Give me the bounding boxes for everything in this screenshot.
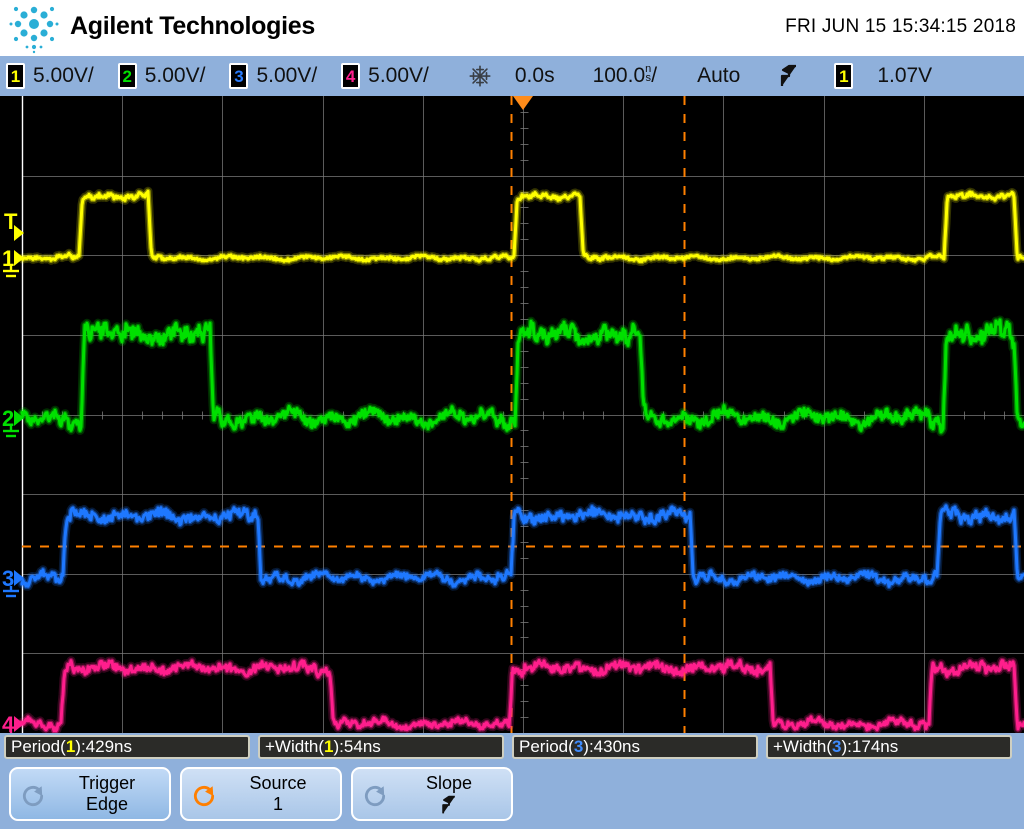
date-time-label: FRI JUN 15 15:34:15 2018 (785, 16, 1016, 37)
softkey-slope-value (391, 794, 507, 815)
sweep-mode[interactable]: Auto (697, 64, 740, 88)
agilent-logo (9, 6, 59, 54)
measurement-value: 174ns (851, 736, 899, 756)
measurement-label: Period( (519, 736, 574, 756)
channel-4-setting[interactable]: 4 5.00V/ (341, 63, 429, 89)
channel-marker-4[interactable]: 4 (2, 712, 24, 733)
measurement-label: +Width( (773, 736, 833, 756)
softkey-source-value: 1 (272, 794, 283, 815)
horizontal-delay[interactable]: 0.0s (515, 64, 555, 88)
rotary-knob-icon (22, 785, 44, 807)
rotary-knob-icon (364, 785, 386, 807)
title-bar: Agilent Technologies FRI JUN 15 15:34:15… (0, 0, 1024, 56)
measurement-pwidth-ch3[interactable]: +Width(3): 174ns (766, 734, 1012, 759)
softkey-trigger-value: Edge (85, 794, 129, 815)
channel-3-setting[interactable]: 3 5.00V/ (229, 63, 317, 89)
brand-title: Agilent Technologies (70, 12, 315, 40)
softkey-slope-text: Slope (391, 773, 507, 815)
softkey-slope[interactable]: Slope (351, 767, 513, 821)
channel-4-badge[interactable]: 4 (341, 63, 361, 89)
channel-2-badge[interactable]: 2 (117, 63, 137, 89)
channel-2-setting[interactable]: 2 5.00V/ (117, 63, 206, 89)
measurement-label: +Width( (265, 736, 325, 756)
timebase-unit-icon: n s (645, 63, 651, 84)
softkey-bar: Trigger Edge Source 1 Slope (0, 760, 1024, 829)
softkey-source-label: Source (249, 773, 307, 793)
channel-2-scale: 5.00V/ (144, 64, 206, 87)
timebase-unit-denominator: s (645, 72, 651, 84)
softkey-source[interactable]: Source 1 (180, 767, 342, 821)
softkey-slope-label: Slope (425, 773, 473, 793)
channel-1-setting[interactable]: 1 5.00V/ (6, 63, 94, 89)
channel-3-badge[interactable]: 3 (229, 63, 249, 89)
measurement-tail: ): (583, 736, 594, 756)
channel-marker-label: 3 (2, 566, 14, 591)
trigger-source-badge[interactable]: 1 (834, 63, 854, 89)
channel-marker-label: 1 (2, 246, 14, 271)
channel-1-scale: 5.00V/ (33, 64, 94, 87)
channel-1-badge[interactable]: 1 (6, 63, 25, 89)
measurement-period-ch1[interactable]: Period(1): 429ns (4, 734, 250, 759)
measurement-tail: ): (75, 736, 86, 756)
rotary-knob-icon (193, 785, 215, 807)
waveform-canvas[interactable]: 1 T 2 3 4 (0, 96, 1024, 733)
measurement-value: 430ns (593, 736, 640, 756)
measurement-channel: 1 (65, 736, 76, 756)
rising-edge-slope-icon (442, 796, 455, 814)
measurement-tail: ): (841, 736, 852, 756)
softkey-trigger-label: Trigger (78, 773, 136, 793)
trigger-level-value[interactable]: 1.07V (877, 64, 932, 88)
trigger-source-setting[interactable]: 1 (834, 63, 855, 89)
acquisition-mode-indicator[interactable] (467, 63, 493, 89)
measurement-channel: 3 (573, 736, 584, 756)
channel-marker-label: 2 (2, 406, 14, 431)
trigger-slope-indicator[interactable] (780, 64, 798, 88)
timebase-setting[interactable]: 100.0 n s / (592, 63, 658, 88)
measurement-channel: 1 (324, 736, 334, 756)
measurement-channel: 3 (832, 736, 842, 756)
oscilloscope-screen: Agilent Technologies FRI JUN 15 15:34:15… (0, 0, 1024, 829)
acquisition-snowflake-icon (469, 65, 491, 87)
measurement-value: 429ns (85, 736, 132, 756)
waveform-display[interactable]: 1 T 2 3 4 (0, 96, 1024, 733)
channel-3-scale: 5.00V/ (256, 64, 318, 87)
measurement-tail: ): (333, 736, 344, 756)
timebase-suffix: / (651, 64, 658, 87)
channel-marker-label: 4 (2, 712, 15, 733)
measurement-label: Period( (11, 736, 66, 756)
softkey-trigger[interactable]: Trigger Edge (9, 767, 171, 821)
measurement-value: 54ns (343, 736, 381, 756)
channel-4-scale: 5.00V/ (368, 64, 429, 87)
softkey-trigger-text: Trigger Edge (49, 773, 165, 815)
rising-edge-slope-icon (781, 64, 797, 86)
status-bar: 1 5.00V/ 2 5.00V/ 3 5.00V/ 4 5.00V/ 0.0s… (0, 56, 1024, 96)
timebase-value: 100.0 (592, 64, 646, 87)
measurement-pwidth-ch1[interactable]: +Width(1): 54ns (258, 734, 504, 759)
trigger-level-marker[interactable]: T (4, 209, 24, 241)
measurement-period-ch3[interactable]: Period(3): 430ns (512, 734, 758, 759)
softkey-source-text: Source 1 (220, 773, 336, 815)
measurement-bar: Period(1): 429ns +Width(1): 54ns Period(… (0, 733, 1024, 760)
trigger-position-marker[interactable] (513, 96, 533, 110)
